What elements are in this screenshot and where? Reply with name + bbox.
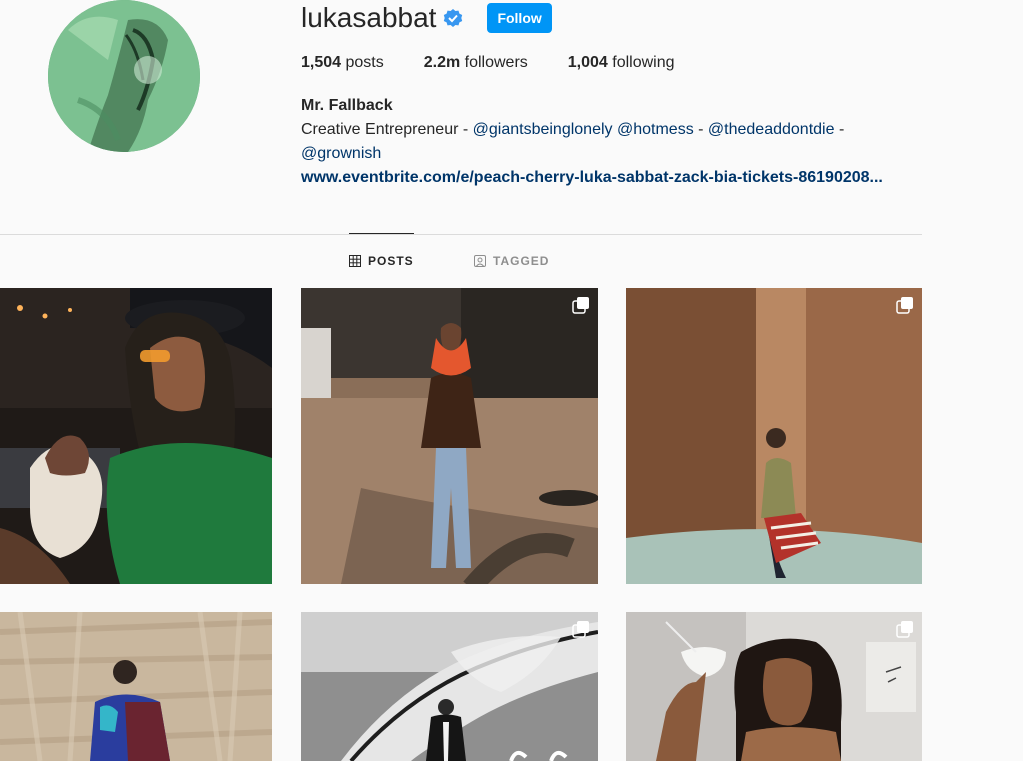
following-count-value: 1,004 [567,54,608,71]
followers-count[interactable]: 2.2m followers [424,54,528,72]
bio-separator: - [693,121,708,138]
verified-badge-icon [444,9,463,27]
full-name: Mr. Fallback [301,97,393,114]
tabs-divider [0,234,922,235]
post-tile[interactable] [0,288,272,584]
tab-tagged-label: TAGGED [493,254,550,268]
bio-separator: - [834,121,845,138]
followers-count-label: followers [460,54,528,71]
follow-button[interactable]: Follow [487,3,552,33]
posts-count: 1,504 posts [301,54,384,72]
bio-mention-link[interactable]: @thedeaddontdie [708,121,835,138]
bio-mention-link[interactable]: @hotmess [617,121,694,138]
post-tile[interactable] [301,288,598,584]
following-count-label: following [607,54,675,71]
profile-stats: 1,504 posts 2.2m followers 1,004 followi… [301,54,715,72]
bio-text: Creative Entrepreneur - @giantsbeinglone… [301,118,881,166]
profile-avatar[interactable] [48,0,200,152]
post-tile[interactable] [626,288,922,584]
tab-posts[interactable]: POSTS [349,254,414,268]
followers-count-value: 2.2m [423,54,461,71]
username: lukasabbat [301,2,437,33]
post-image [626,288,922,584]
tab-tagged[interactable]: TAGGED [474,254,549,268]
grid-icon [349,255,361,267]
post-image [301,288,598,584]
multiple-photos-icon [896,621,913,638]
multiple-photos-icon [572,621,589,638]
profile-bio: Mr. Fallback Creative Entrepreneur - @gi… [301,94,941,190]
posts-count-value: 1,504 [301,54,342,71]
website-link[interactable]: www.eventbrite.com/e/peach-cherry-luka-s… [301,166,921,190]
post-tile[interactable] [301,612,598,761]
following-count[interactable]: 1,004 following [568,54,675,72]
post-image [626,612,922,761]
post-image [0,288,272,584]
multiple-photos-icon [896,297,913,314]
tab-posts-label: POSTS [368,254,414,268]
bio-mention-link[interactable]: @giantsbeinglonely [473,121,613,138]
bio-mention-link[interactable]: @grownish [301,145,381,162]
posts-count-label: posts [341,54,384,71]
post-tile[interactable] [0,612,272,761]
post-image [0,612,272,761]
post-tile[interactable] [626,612,922,761]
post-image [301,612,598,761]
multiple-photos-icon [572,297,589,314]
avatar-image [48,0,200,152]
active-tab-indicator [349,233,414,234]
username-row: lukasabbat Follow [301,2,552,34]
tag-portrait-icon [474,255,486,267]
bio-description: Creative Entrepreneur - [301,121,473,138]
